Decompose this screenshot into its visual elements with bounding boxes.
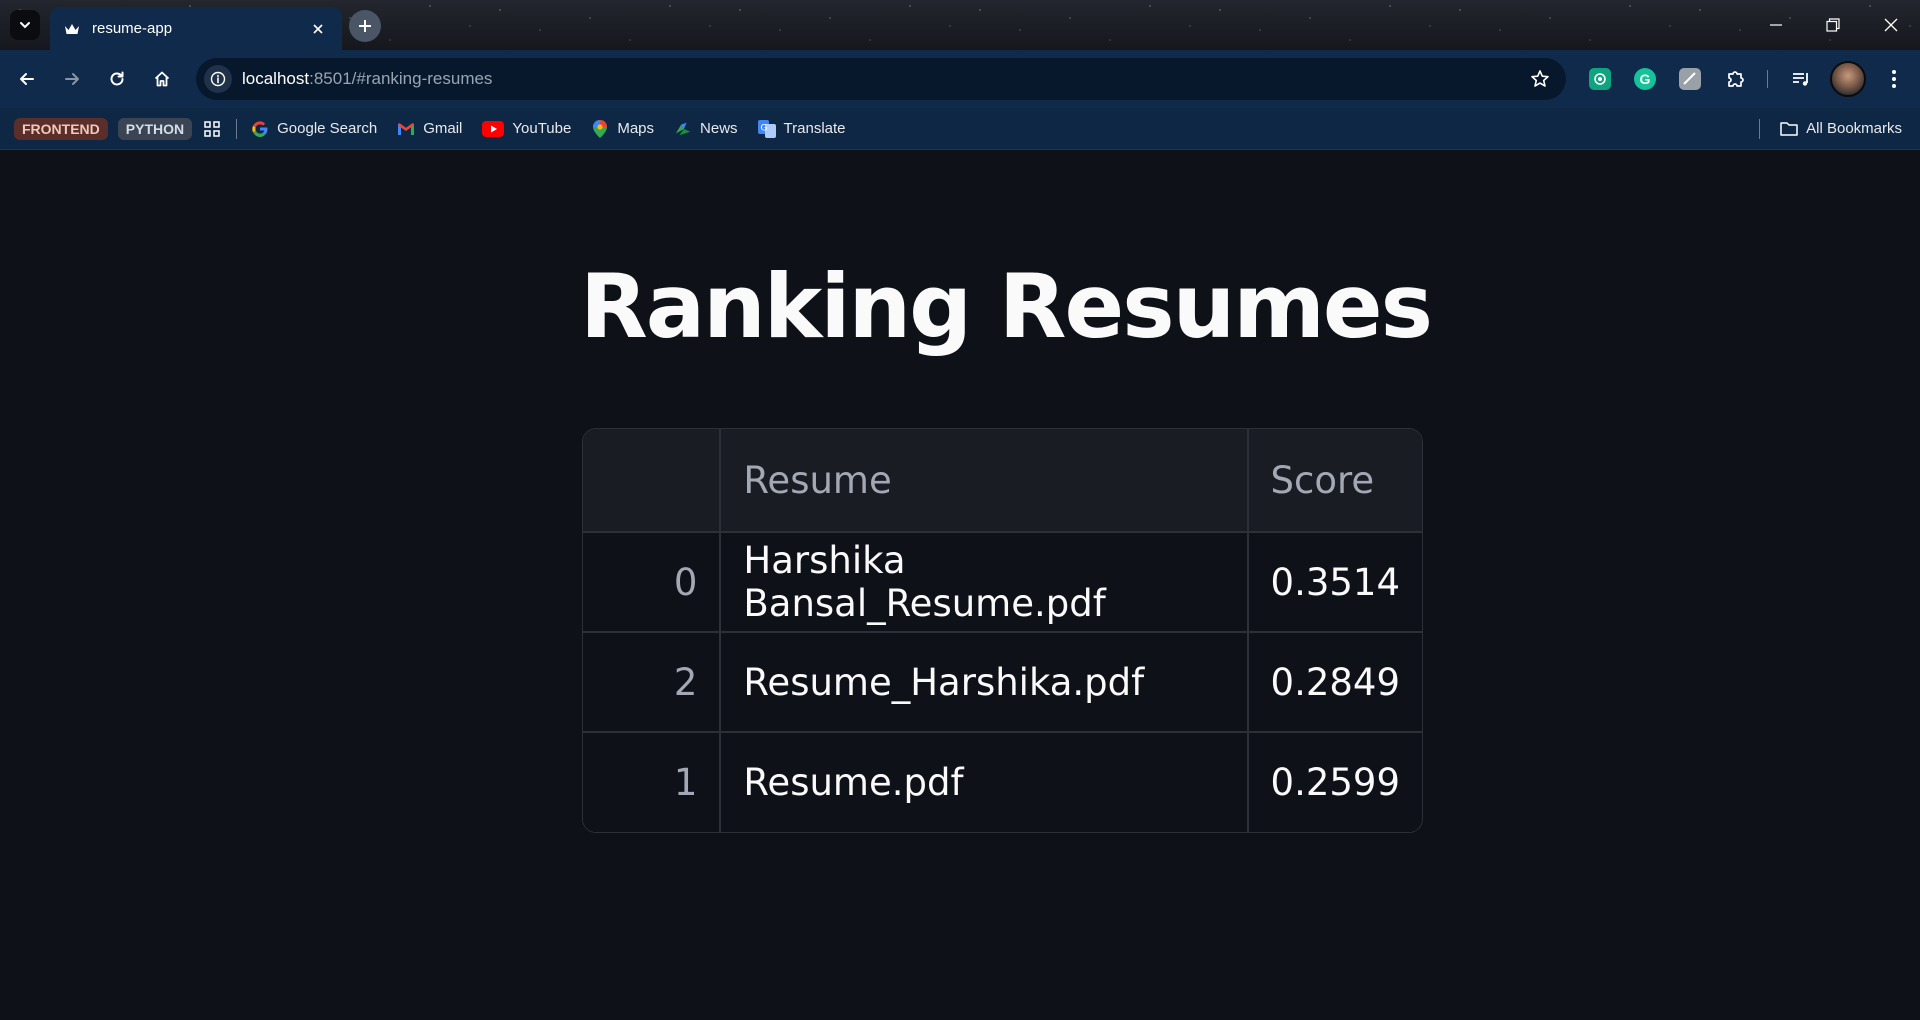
url-path: :8501/#ranking-resumes <box>309 69 493 88</box>
url-host: localhost <box>242 69 310 88</box>
table-row: 2 Resume_Harshika.pdf 0.2849 <box>583 632 1422 733</box>
bookmarks-bar: FRONTEND PYTHON Google Search Gmail YouT… <box>0 108 1920 150</box>
extension-notes-icon[interactable] <box>1676 65 1704 93</box>
tab-title: resume-app <box>92 20 173 37</box>
bookmark-label: Gmail <box>423 120 463 137</box>
index-column-header[interactable] <box>583 429 722 533</box>
resume-column-header[interactable]: Resume <box>720 429 1249 533</box>
forward-button[interactable] <box>56 63 88 95</box>
arrow-left-icon <box>20 73 34 85</box>
bookmark-star-icon[interactable] <box>1528 67 1552 91</box>
active-tab[interactable]: resume-app <box>50 7 342 50</box>
site-info-icon[interactable] <box>204 65 232 93</box>
close-icon <box>1884 18 1898 32</box>
app-main: Ranking Resumes Resume Score 0 Harshika … <box>0 151 1920 1020</box>
media-controls-icon[interactable] <box>1787 65 1815 93</box>
score-column-header[interactable]: Score <box>1247 429 1422 533</box>
streamlit-crown-icon <box>64 21 80 37</box>
maps-icon <box>591 119 609 138</box>
bookmark-google-search[interactable]: Google Search <box>251 120 377 138</box>
score-cell[interactable]: 0.2849 <box>1247 632 1422 733</box>
apps-grid-icon[interactable] <box>202 119 222 139</box>
extension-grammarly-icon[interactable]: G <box>1631 65 1659 93</box>
minimize-window-button[interactable] <box>1756 8 1796 42</box>
reload-button[interactable] <box>101 63 133 95</box>
google-icon <box>251 120 269 138</box>
arrow-right-icon <box>65 73 79 85</box>
browser-toolbar: localhost:8501/#ranking-resumes G <box>0 50 1920 108</box>
home-icon <box>154 71 170 87</box>
back-button[interactable] <box>11 63 43 95</box>
profile-avatar[interactable] <box>1830 61 1866 97</box>
score-cell[interactable]: 0.3514 <box>1247 532 1422 633</box>
row-index[interactable]: 1 <box>583 732 722 832</box>
table-row: 0 Harshika Bansal_Resume.pdf 0.3514 <box>583 532 1422 633</box>
row-index[interactable]: 2 <box>583 632 722 733</box>
ranking-table[interactable]: Resume Score 0 Harshika Bansal_Resume.pd… <box>582 428 1423 833</box>
translate-icon: G <box>757 119 776 138</box>
home-button[interactable] <box>146 63 178 95</box>
minimize-icon <box>1770 24 1782 26</box>
close-tab-icon[interactable] <box>308 19 328 39</box>
news-icon <box>674 120 692 138</box>
gmail-icon <box>397 120 415 138</box>
youtube-icon <box>482 120 505 138</box>
resume-cell[interactable]: Harshika Bansal_Resume.pdf <box>720 532 1249 633</box>
all-bookmarks-button[interactable]: All Bookmarks <box>1780 119 1902 137</box>
bookmark-folder-frontend[interactable]: FRONTEND <box>14 117 108 140</box>
bookmark-label: Maps <box>617 120 655 137</box>
svg-text:G: G <box>760 123 767 133</box>
bookmark-youtube[interactable]: YouTube <box>482 120 571 138</box>
bookmark-gmail[interactable]: Gmail <box>397 120 462 138</box>
bookmark-label: Google Search <box>277 120 378 137</box>
bookmark-label: Translate <box>783 120 846 137</box>
restore-icon <box>1826 18 1840 32</box>
table-header-row: Resume Score <box>583 429 1422 533</box>
bookmark-folder-python[interactable]: PYTHON <box>117 117 193 140</box>
chevron-down-icon <box>20 22 30 29</box>
extensions-puzzle-icon[interactable] <box>1722 65 1750 93</box>
tab-search-button[interactable] <box>10 10 40 40</box>
new-tab-button[interactable] <box>349 10 381 42</box>
restore-window-button[interactable] <box>1813 8 1853 42</box>
plus-icon <box>359 20 371 32</box>
bookmarks-divider <box>1759 119 1760 139</box>
resume-cell[interactable]: Resume.pdf <box>720 732 1249 832</box>
toolbar-divider <box>1767 70 1768 88</box>
folder-icon <box>1780 119 1798 137</box>
resume-cell[interactable]: Resume_Harshika.pdf <box>720 632 1249 733</box>
reload-icon <box>110 71 124 86</box>
bookmark-translate[interactable]: G Translate <box>757 119 846 138</box>
table-row: 1 Resume.pdf 0.2599 <box>583 732 1422 832</box>
bookmark-label: YouTube <box>512 120 572 137</box>
all-bookmarks-label: All Bookmarks <box>1806 119 1902 137</box>
row-index[interactable]: 0 <box>583 532 722 633</box>
address-bar[interactable]: localhost:8501/#ranking-resumes <box>196 58 1566 100</box>
close-window-button[interactable] <box>1871 8 1911 42</box>
bookmark-news[interactable]: News <box>674 120 738 138</box>
bookmarks-divider <box>236 118 238 139</box>
bookmark-label: News <box>700 120 738 137</box>
score-cell[interactable]: 0.2599 <box>1248 732 1422 832</box>
bookmark-maps[interactable]: Maps <box>591 119 655 138</box>
browser-tab-bar: resume-app <box>0 0 1920 50</box>
browser-menu-icon[interactable] <box>1880 65 1908 93</box>
extension-chatgpt-icon[interactable] <box>1586 65 1614 93</box>
page-title: Ranking Resumes <box>580 255 1433 358</box>
